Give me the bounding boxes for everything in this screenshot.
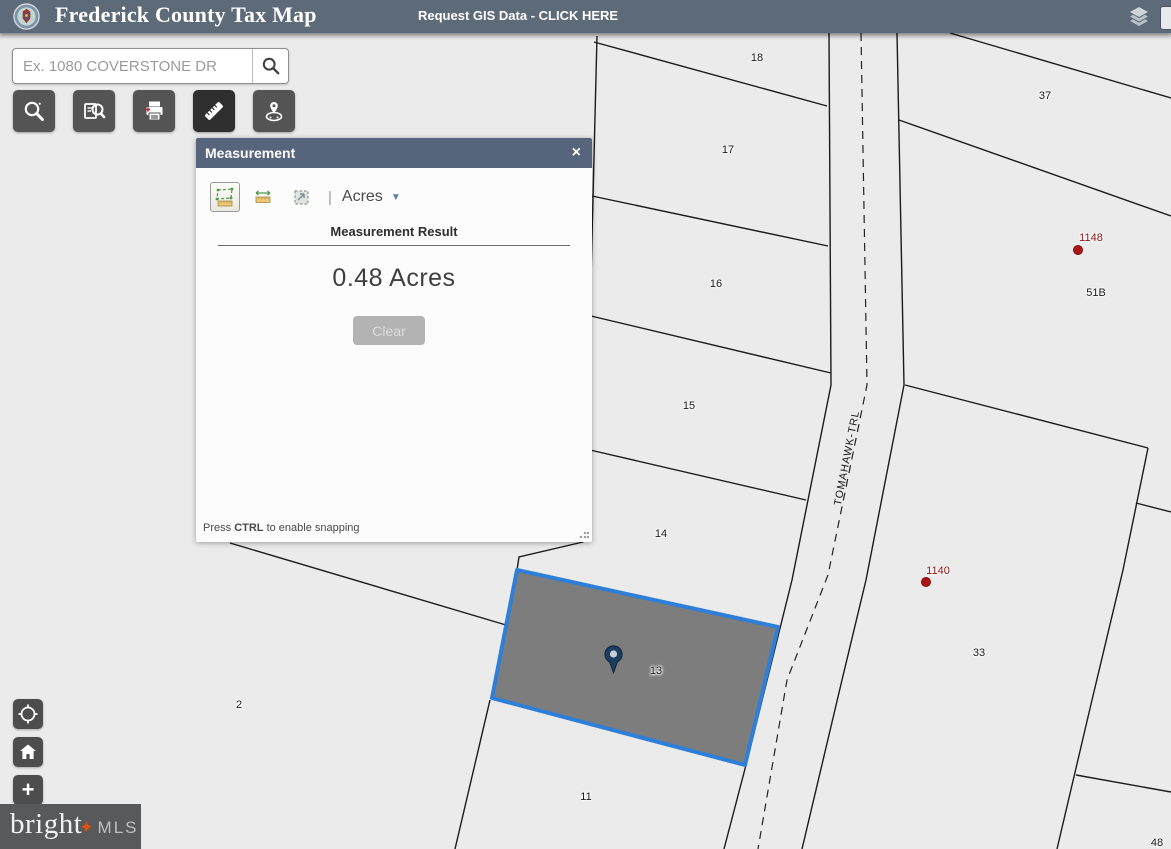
distance-measure-button[interactable] [248,182,278,212]
area-measure-button[interactable] [210,182,240,212]
parcel-pin-icon[interactable] [604,645,623,674]
measurement-panel-header[interactable]: Measurement × [196,138,592,168]
parcel-label-2: 2 [236,699,242,711]
measurement-panel-title: Measurement [205,145,295,161]
location-measure-button[interactable] [286,182,316,212]
identify-parcel-button[interactable] [73,90,115,132]
parcel-label-1148: 1148 [1079,232,1103,244]
plus-icon: + [22,777,35,803]
address-search [12,48,289,84]
zoom-search-button[interactable] [13,90,55,132]
parcel-label-18: 18 [751,52,763,64]
search-icon [261,56,281,76]
county-seal-icon [13,3,40,30]
brand-name: bright [10,808,82,841]
area-polygon-icon [214,186,236,208]
search-input[interactable] [13,49,252,83]
parcel-label-37: 37 [1039,90,1051,102]
parcel-label-15: 15 [683,400,695,412]
app-header: Frederick County Tax Map Request GIS Dat… [0,0,1171,33]
brand-suffix: MLS [98,818,139,838]
parcel-label-17: 17 [722,144,734,156]
snapping-hint: Press CTRL to enable snapping [203,522,360,534]
app-window: TOMAHAWK-TRL Frederick County Tax Map Re… [0,0,1171,849]
parcel-label-48: 48 [1151,837,1163,849]
address-point-dot [921,577,931,587]
parcel-label-16: 16 [710,278,722,290]
magnifier-icon [22,99,46,123]
locate-parcel-button[interactable] [253,90,295,132]
unit-dropdown-value: Acres [342,188,383,206]
measurement-toolbar: | Acres ▼ [210,182,401,212]
home-icon [18,742,38,762]
parcel-label-51B: 51B [1086,287,1106,299]
parcel-label-14: 14 [655,528,667,540]
close-icon[interactable]: × [572,145,581,161]
header-shadow [0,33,1171,40]
parcel-label-1140: 1140 [926,565,950,577]
ruler-icon [201,98,227,124]
parcel-label-13: 13 [650,665,662,677]
chevron-down-icon: ▼ [391,192,401,203]
selected-parcel[interactable] [492,570,778,765]
distance-ruler-icon [252,186,274,208]
clear-button[interactable]: Clear [353,316,425,345]
unit-dropdown[interactable]: Acres ▼ [342,188,401,206]
collapsed-side-widget[interactable] [1160,6,1171,30]
measure-button[interactable] [193,90,235,132]
measurement-panel: Measurement × [196,138,592,542]
printer-icon [141,98,167,124]
panel-resize-handle[interactable] [579,529,589,539]
measurement-result-heading: Measurement Result [196,224,592,239]
measurement-result-value: 0.48 Acres [196,264,592,293]
search-button[interactable] [252,49,288,83]
parcel-label-11: 11 [580,791,591,803]
request-gis-data-link[interactable]: Request GIS Data - CLICK HERE [418,8,618,23]
brand-star-icon: ✦ [79,818,93,838]
geolocate-button[interactable] [13,699,43,729]
layers-icon[interactable] [1126,4,1152,30]
parcel-label-33: 33 [973,647,985,659]
result-divider [218,245,570,246]
address-point-dot [1073,245,1083,255]
location-grid-icon [290,186,312,208]
map-pin-icon [261,98,287,124]
gps-target-icon [17,703,39,725]
zoom-in-button[interactable]: + [13,775,43,805]
brightmls-logo: bright ✦ MLS [0,804,141,849]
page-title: Frederick County Tax Map [55,2,317,28]
print-button[interactable] [133,90,175,132]
toolbar-separator: | [328,189,332,206]
document-search-icon [81,98,107,124]
home-extent-button[interactable] [13,737,43,767]
